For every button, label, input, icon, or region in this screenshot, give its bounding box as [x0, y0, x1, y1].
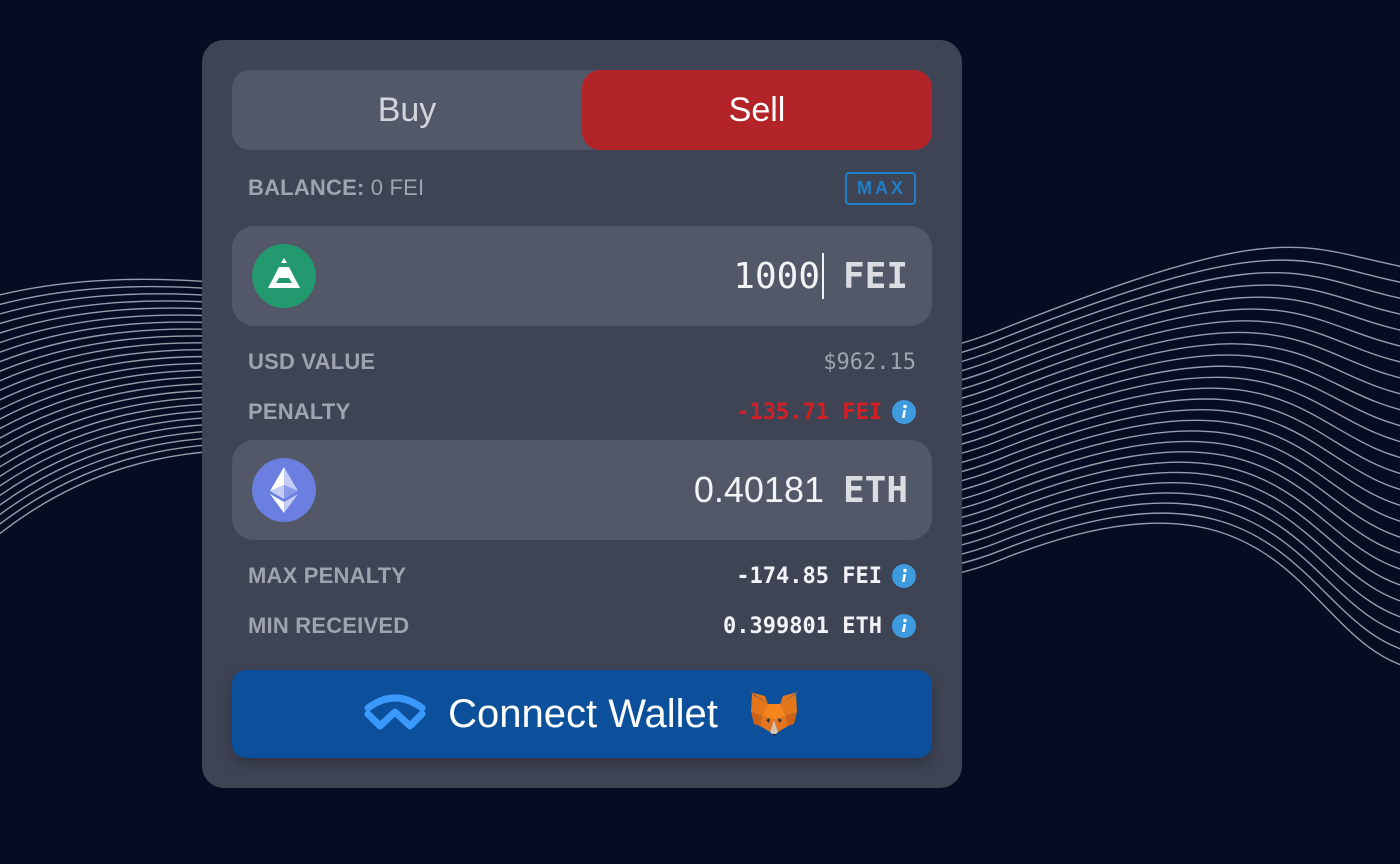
min-received-value: 0.399801 ETH [723, 613, 882, 639]
buy-sell-toggle: Buy Sell [232, 70, 932, 150]
max-penalty-row: MAX PENALTY -174.85 FEI [248, 558, 916, 594]
balance-label-text: BALANCE: [248, 175, 365, 200]
max-penalty-label: MAX PENALTY [248, 563, 407, 588]
output-amount: 0.40181 [693, 469, 824, 510]
balance-label: BALANCE: 0 FEI [248, 175, 424, 201]
text-caret [822, 253, 824, 299]
max-penalty-value-wrap: -174.85 FEI [736, 564, 916, 589]
input-amount-value: 1000 [733, 255, 820, 297]
output-token-box[interactable]: 0.40181 ETH [232, 440, 932, 540]
usd-value-label: USD VALUE [248, 349, 376, 374]
balance-row: BALANCE: 0 FEI MAX [248, 170, 916, 206]
balance-value: 0 FEI [370, 175, 425, 200]
penalty-value-wrap: -135.71 FEI [736, 400, 916, 425]
max-penalty-info-icon[interactable] [892, 564, 916, 588]
penalty-info-icon[interactable] [892, 400, 916, 424]
penalty-row: PENALTY -135.71 FEI [248, 394, 916, 430]
swap-card: Buy Sell BALANCE: 0 FEI MAX 1000 FEI USD… [202, 40, 962, 788]
connect-wallet-button[interactable]: Connect Wallet [232, 670, 932, 758]
fei-logo-icon [252, 244, 316, 308]
connect-wallet-label: Connect Wallet [448, 691, 718, 736]
input-token-box[interactable]: 1000 FEI [232, 226, 932, 326]
min-received-info-icon[interactable] [892, 614, 916, 638]
usd-value-amount: $962.15 [823, 349, 916, 375]
sell-tab[interactable]: Sell [582, 70, 932, 150]
min-received-label: MIN RECEIVED [248, 613, 410, 638]
usd-value-row: USD VALUE $962.15 [248, 344, 916, 380]
input-amount-field[interactable]: 1000 [733, 226, 824, 326]
output-token-symbol: ETH [842, 469, 908, 511]
eth-logo-icon [252, 458, 316, 522]
min-received-row: MIN RECEIVED 0.399801 ETH [248, 608, 916, 644]
penalty-value: -135.71 FEI [736, 399, 882, 425]
penalty-label: PENALTY [248, 399, 351, 424]
input-token-symbol: FEI [842, 255, 908, 297]
buy-tab[interactable]: Buy [232, 70, 582, 150]
metamask-fox-icon [749, 692, 798, 736]
max-penalty-value: -174.85 FEI [736, 563, 882, 589]
min-received-value-wrap: 0.399801 ETH [723, 614, 916, 639]
walletconnect-icon [364, 694, 426, 730]
max-button[interactable]: MAX [845, 171, 916, 205]
